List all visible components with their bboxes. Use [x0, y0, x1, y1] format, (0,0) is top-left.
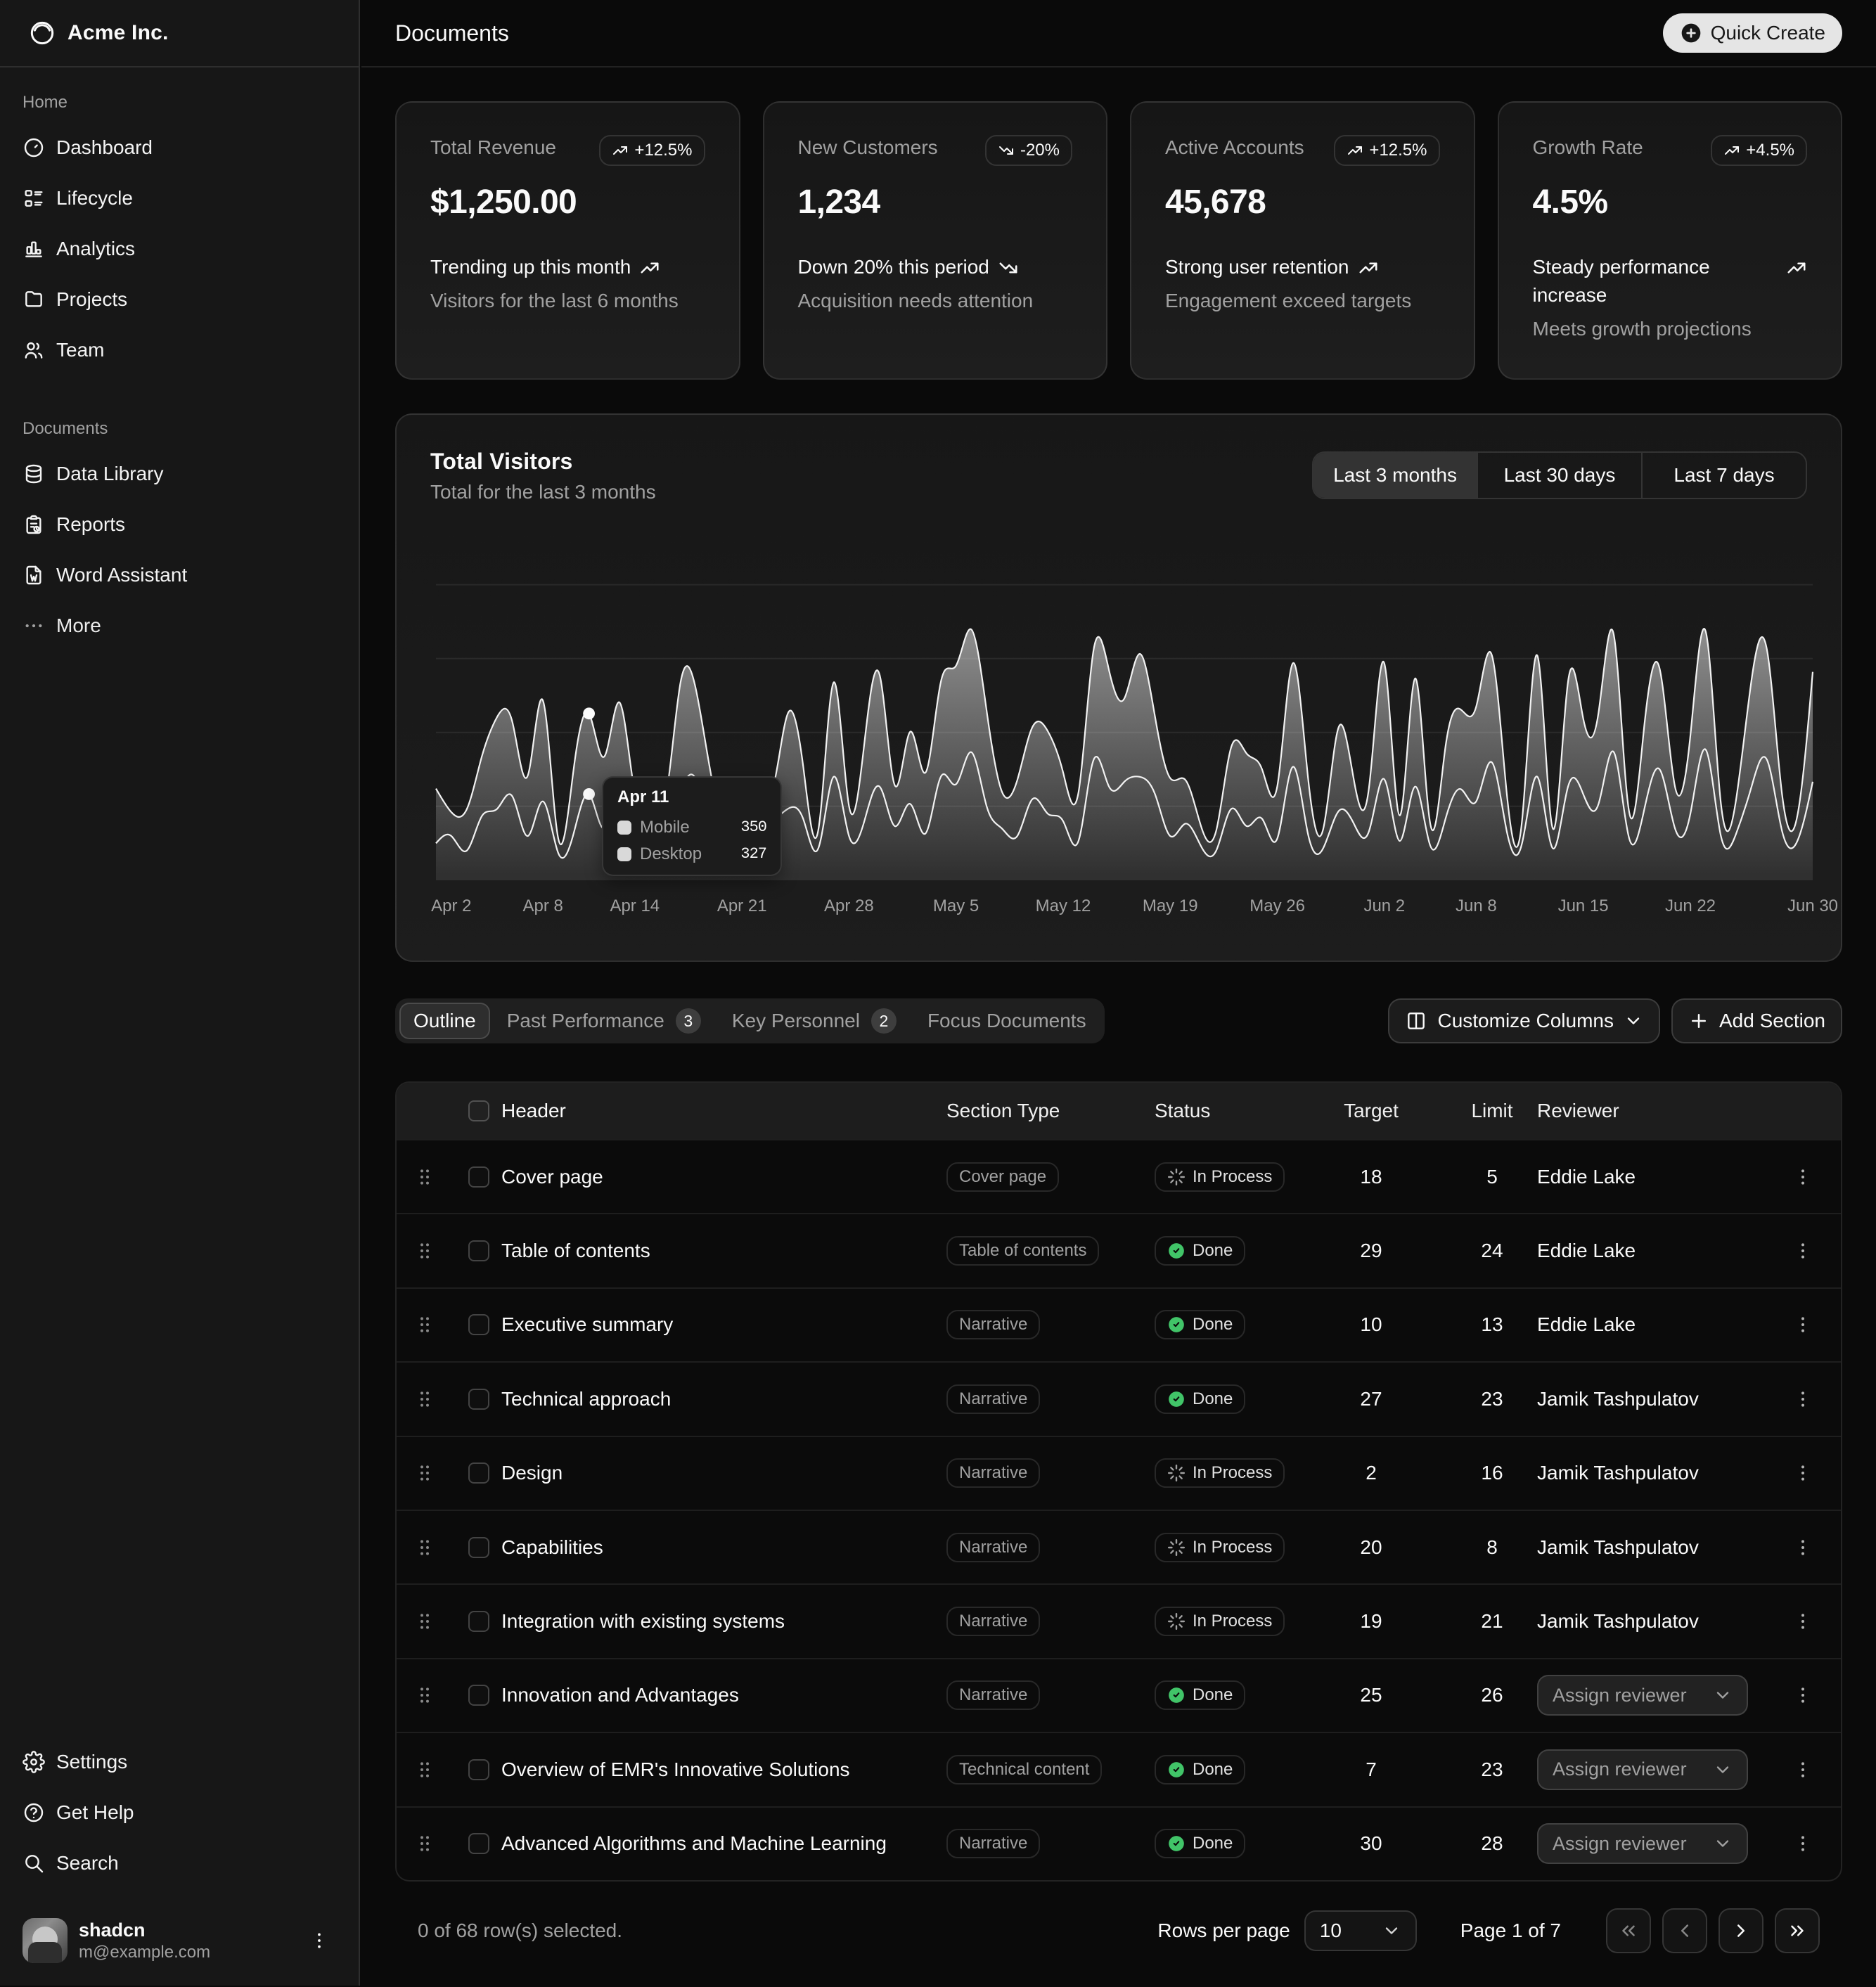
svg-text:Jun 8: Jun 8 — [1456, 896, 1497, 915]
svg-text:Apr 21: Apr 21 — [717, 896, 767, 915]
svg-text:May 12: May 12 — [1036, 896, 1091, 915]
svg-text:May 26: May 26 — [1249, 896, 1305, 915]
svg-text:Apr 8: Apr 8 — [523, 896, 563, 915]
svg-text:Apr 14: Apr 14 — [610, 896, 660, 915]
svg-text:Apr 28: Apr 28 — [824, 896, 874, 915]
svg-text:Jun 22: Jun 22 — [1665, 896, 1716, 915]
svg-text:May 5: May 5 — [933, 896, 979, 915]
svg-text:Apr 2: Apr 2 — [431, 896, 471, 915]
svg-text:Jun 15: Jun 15 — [1558, 896, 1609, 915]
svg-text:Jun 30: Jun 30 — [1787, 896, 1838, 915]
svg-text:Jun 2: Jun 2 — [1363, 896, 1405, 915]
svg-text:May 19: May 19 — [1143, 896, 1198, 915]
